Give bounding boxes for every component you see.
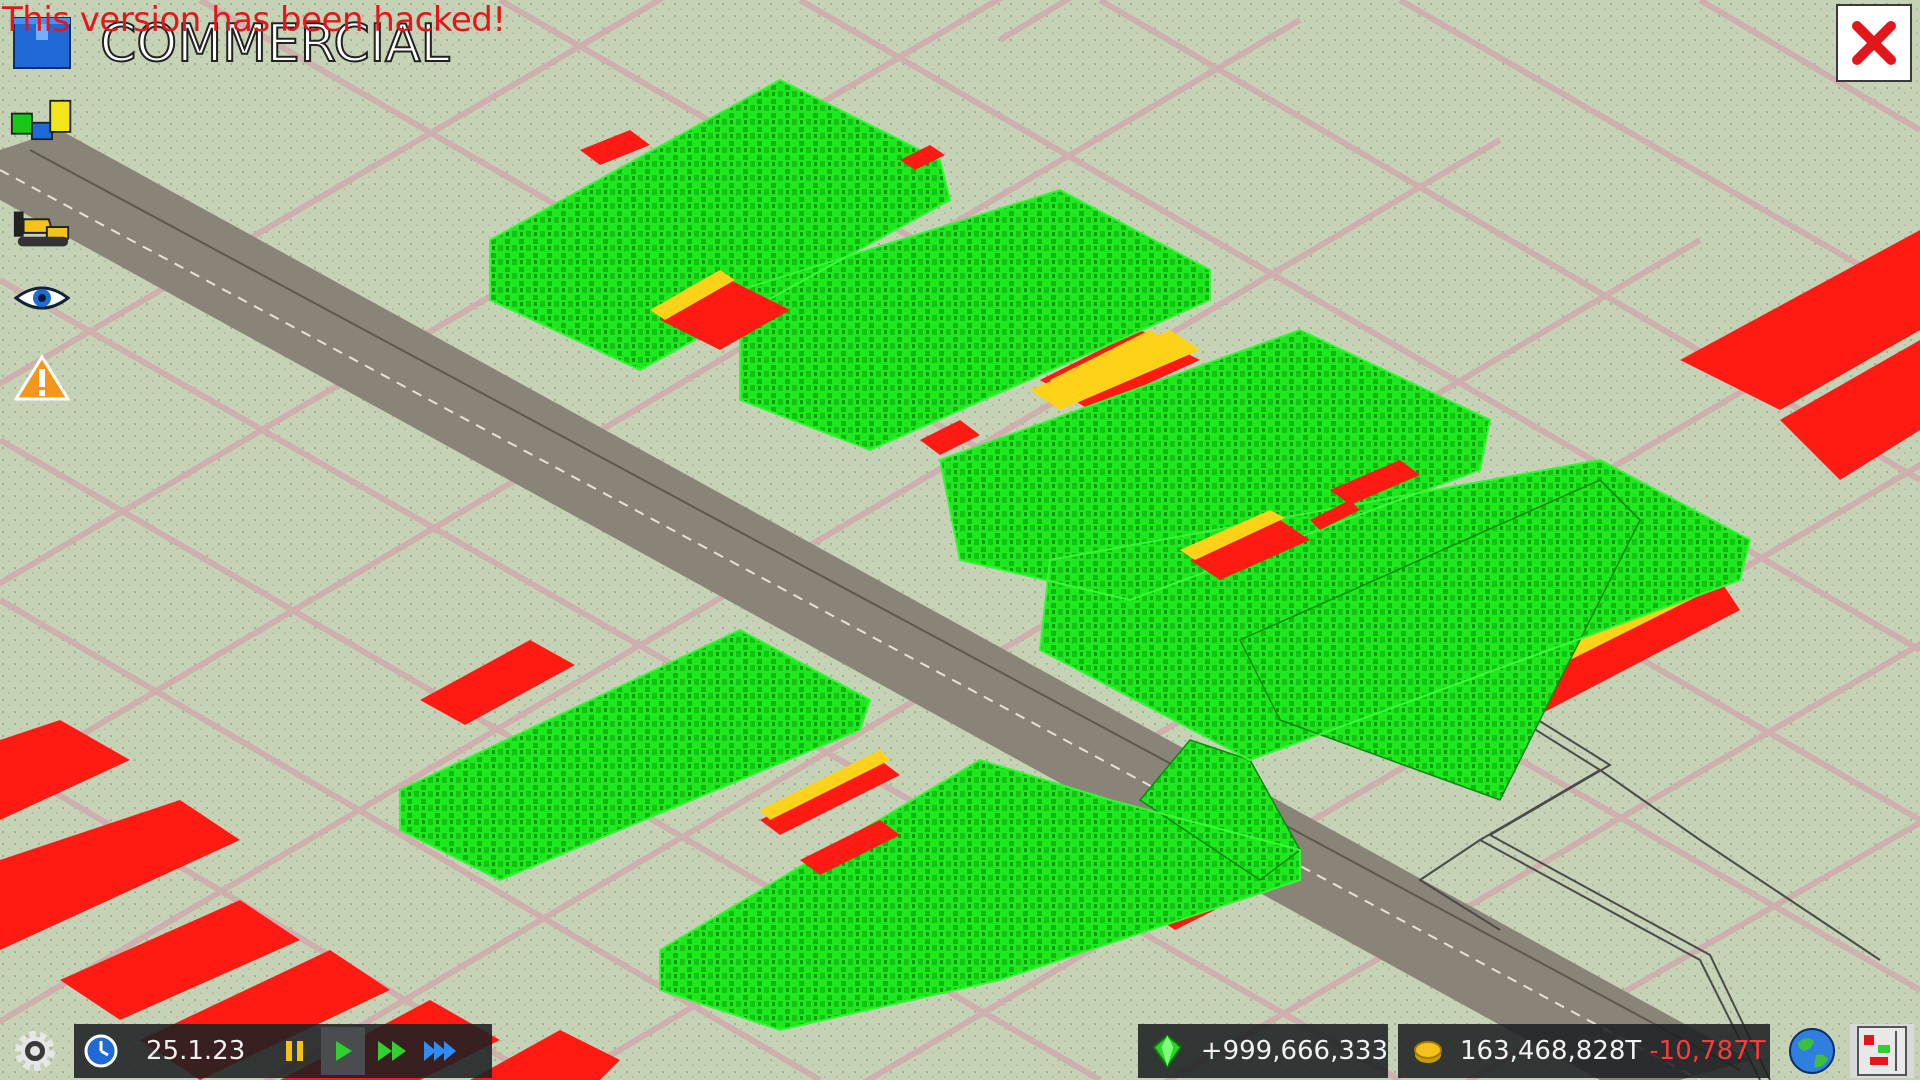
clock-button[interactable] (74, 1024, 128, 1078)
ultra-speed-button[interactable] (417, 1027, 465, 1075)
close-button[interactable] (1836, 4, 1912, 82)
minimap-button[interactable] (1850, 1024, 1914, 1078)
game-viewport[interactable]: This version has been hacked! COMMERCIAL (0, 0, 1920, 1080)
close-icon (1852, 21, 1896, 65)
hacked-warning-text: This version has been hacked! (2, 0, 506, 40)
bulldoze-button[interactable] (10, 200, 74, 256)
coin-icon (1414, 1041, 1442, 1063)
clock-icon (84, 1034, 118, 1068)
money-amount: 163,468,828T (1460, 1036, 1642, 1066)
view-button[interactable] (10, 270, 74, 326)
money-change: -10,787T (1649, 1036, 1766, 1066)
warnings-button[interactable] (10, 350, 74, 406)
world-button[interactable] (1780, 1024, 1844, 1078)
zones-icon (10, 99, 72, 141)
diamonds-panel[interactable]: +999,666,333 (1138, 1024, 1388, 1078)
settings-button[interactable] (4, 1024, 66, 1078)
diamond-icon (1152, 1034, 1183, 1069)
play-button[interactable] (321, 1027, 366, 1075)
ultra-speed-icon (424, 1041, 457, 1061)
time-panel: 25.1.23 (74, 1024, 492, 1078)
bulldozer-icon (13, 211, 70, 247)
fast-forward-icon (378, 1041, 407, 1061)
money-panel[interactable]: 163,468,828T -10,787T (1398, 1024, 1770, 1078)
pause-button[interactable] (275, 1027, 315, 1075)
game-date: 25.1.23 (146, 1036, 246, 1066)
diamonds-amount: +999,666,333 (1200, 1036, 1388, 1066)
bottom-bar: 25.1.23 +999,666,333 163,468,828T -10,78… (0, 1020, 1920, 1080)
zones-overview-button[interactable] (10, 92, 74, 148)
minimap-icon (1857, 1026, 1907, 1076)
warning-icon (14, 354, 70, 401)
fast-forward-button[interactable] (369, 1027, 417, 1075)
eye-icon (13, 286, 71, 310)
gear-icon (15, 1031, 55, 1071)
pause-icon (286, 1041, 304, 1061)
globe-icon (1789, 1028, 1835, 1074)
city-map[interactable] (0, 0, 1920, 1080)
play-icon (336, 1041, 353, 1061)
